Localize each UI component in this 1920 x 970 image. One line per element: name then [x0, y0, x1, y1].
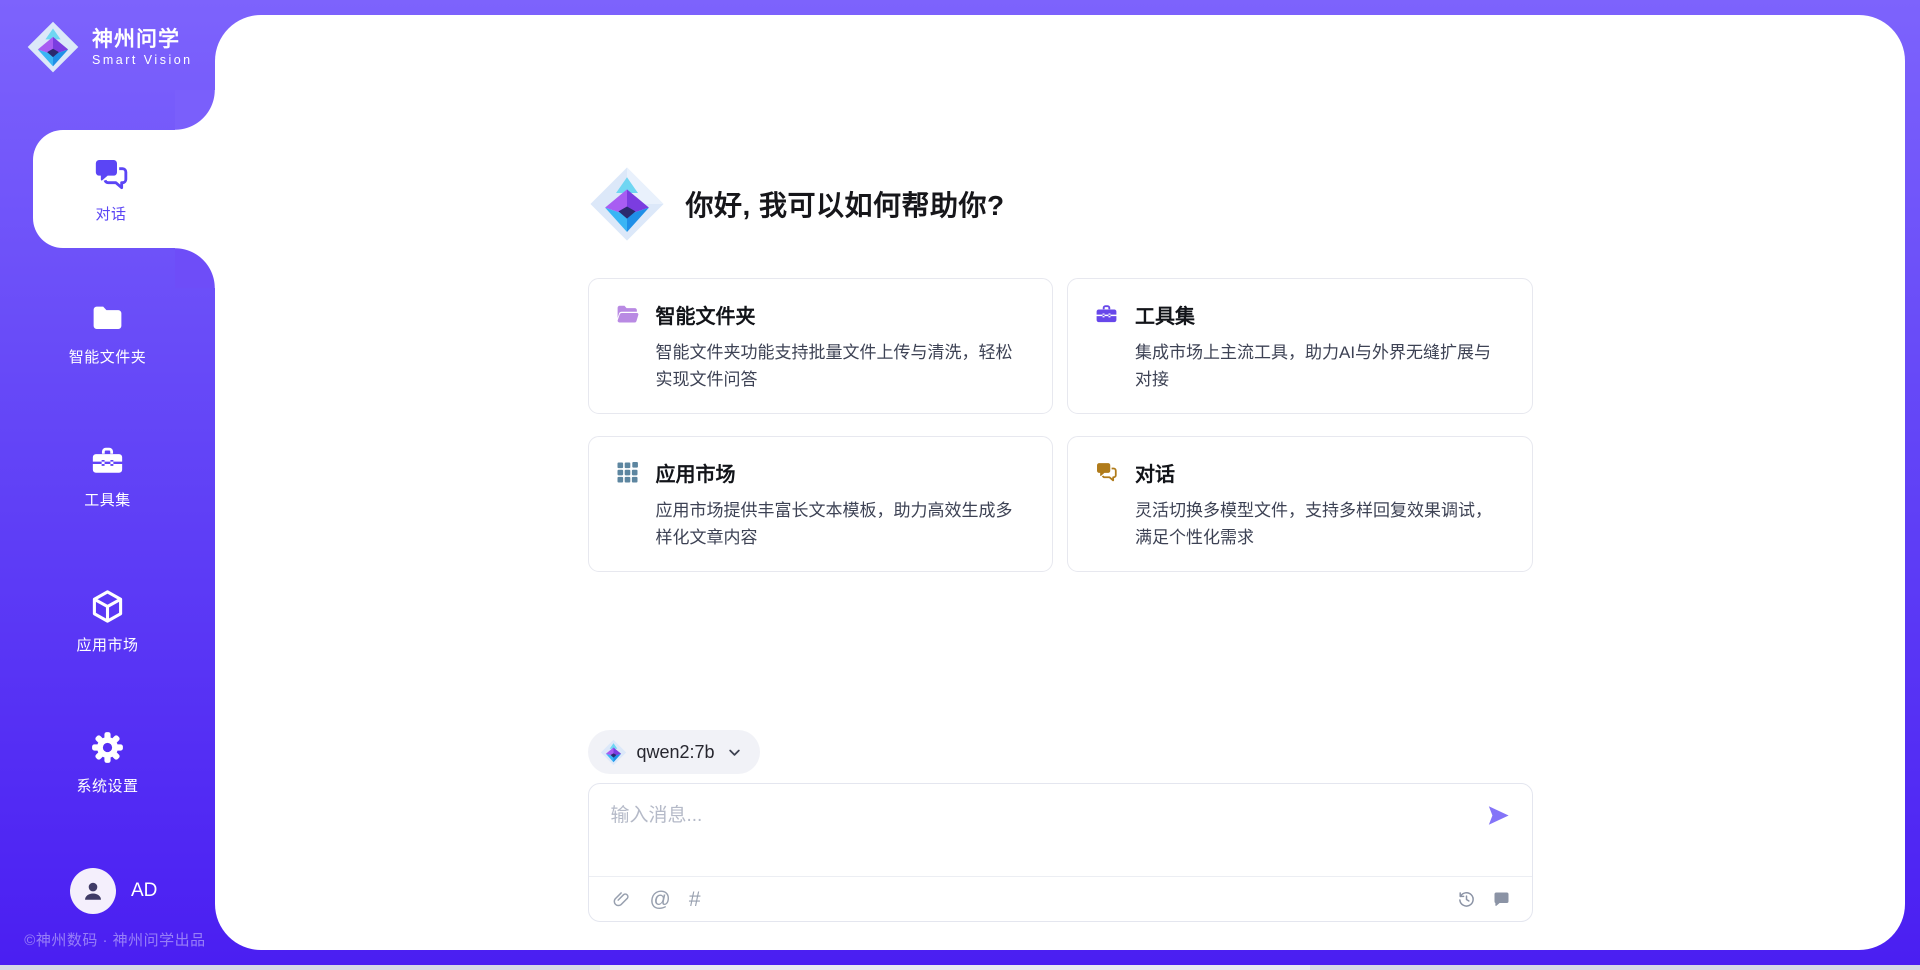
- greeting-block: 你好, 我可以如何帮助你?: [588, 165, 1533, 243]
- app-logo-icon: [26, 20, 80, 74]
- card-smart-folder[interactable]: 智能文件夹 智能文件夹功能支持批量文件上传与清洗，轻松实现文件问答: [588, 278, 1054, 414]
- sidebar-item-label: 智能文件夹: [69, 346, 147, 367]
- sidebar-item-chat[interactable]: 对话: [33, 130, 215, 248]
- sidebar-item-smart-folder[interactable]: 智能文件夹: [0, 300, 215, 367]
- model-logo-icon: [600, 739, 627, 766]
- send-button[interactable]: [1485, 802, 1512, 829]
- feature-cards: 智能文件夹 智能文件夹功能支持批量文件上传与清洗，轻松实现文件问答 工具集 集成…: [588, 278, 1533, 572]
- greeting-title: 你好, 我可以如何帮助你?: [686, 184, 1005, 224]
- sidebar-item-label: 工具集: [84, 489, 131, 510]
- sidebar-item-toolset[interactable]: 工具集: [0, 443, 215, 510]
- user-profile[interactable]: AD: [70, 868, 157, 914]
- cube-icon: [89, 588, 126, 625]
- card-description: 应用市场提供丰富长文本模板，助力高效生成多样化文章内容: [656, 497, 1029, 551]
- app-logo-icon: [588, 165, 666, 243]
- brand-name: 神州问学: [92, 27, 193, 53]
- chevron-down-icon: [725, 743, 744, 762]
- card-description: 集成市场上主流工具，助力AI与外界无缝扩展与对接: [1135, 339, 1508, 393]
- folder-open-icon: [615, 302, 640, 327]
- mention-icon[interactable]: @: [650, 889, 671, 910]
- card-description: 智能文件夹功能支持批量文件上传与清洗，轻松实现文件问答: [656, 339, 1029, 393]
- folder-icon: [89, 300, 126, 337]
- gear-icon: [89, 729, 126, 766]
- grid-icon: [615, 460, 640, 485]
- brand-logo: 神州问学 Smart Vision: [26, 20, 193, 74]
- sidebar-item-settings[interactable]: 系统设置: [0, 729, 215, 796]
- main-panel: 你好, 我可以如何帮助你? 智能文件夹 智能文件夹功能支持批量文件上传与清洗，轻…: [215, 15, 1905, 950]
- sidebar-item-label: 对话: [95, 203, 126, 224]
- card-title: 对话: [1135, 458, 1175, 487]
- user-name: AD: [131, 880, 157, 902]
- copyright-footer: ©神州数码 · 神州问学出品: [0, 929, 230, 950]
- person-icon: [79, 877, 107, 905]
- scrollbar-thumb[interactable]: [600, 965, 1310, 970]
- message-composer: @ #: [588, 783, 1533, 922]
- card-title: 应用市场: [656, 458, 736, 487]
- active-item-notch-bottom: [175, 248, 215, 288]
- paperclip-icon[interactable]: [611, 889, 632, 910]
- card-chat[interactable]: 对话 灵活切换多模型文件，支持多样回复效果调试，满足个性化需求: [1067, 436, 1533, 572]
- card-app-market[interactable]: 应用市场 应用市场提供丰富长文本模板，助力高效生成多样化文章内容: [588, 436, 1054, 572]
- sidebar-item-label: 应用市场: [76, 634, 138, 655]
- send-icon: [1485, 802, 1512, 829]
- hash-icon[interactable]: #: [689, 889, 701, 910]
- card-title: 智能文件夹: [656, 300, 756, 329]
- card-description: 灵活切换多模型文件，支持多样回复效果调试，满足个性化需求: [1135, 497, 1508, 551]
- card-title: 工具集: [1135, 300, 1195, 329]
- history-icon[interactable]: [1456, 889, 1477, 910]
- model-selector[interactable]: qwen2:7b: [588, 730, 760, 774]
- card-toolset[interactable]: 工具集 集成市场上主流工具，助力AI与外界无缝扩展与对接: [1067, 278, 1533, 414]
- model-name: qwen2:7b: [637, 742, 715, 763]
- avatar: [70, 868, 116, 914]
- toolbox-icon: [1094, 302, 1119, 327]
- chat-icon: [1094, 460, 1119, 485]
- sidebar-item-label: 系统设置: [76, 775, 138, 796]
- chat-icon: [91, 155, 131, 195]
- message-input[interactable]: [611, 800, 1471, 868]
- active-item-notch-top: [175, 90, 215, 130]
- brand-subtitle: Smart Vision: [92, 53, 193, 67]
- toolbox-icon: [89, 443, 126, 480]
- sidebar-item-app-market[interactable]: 应用市场: [0, 588, 215, 655]
- chat-bubble-icon[interactable]: [1491, 889, 1512, 910]
- horizontal-scrollbar[interactable]: [0, 965, 1920, 970]
